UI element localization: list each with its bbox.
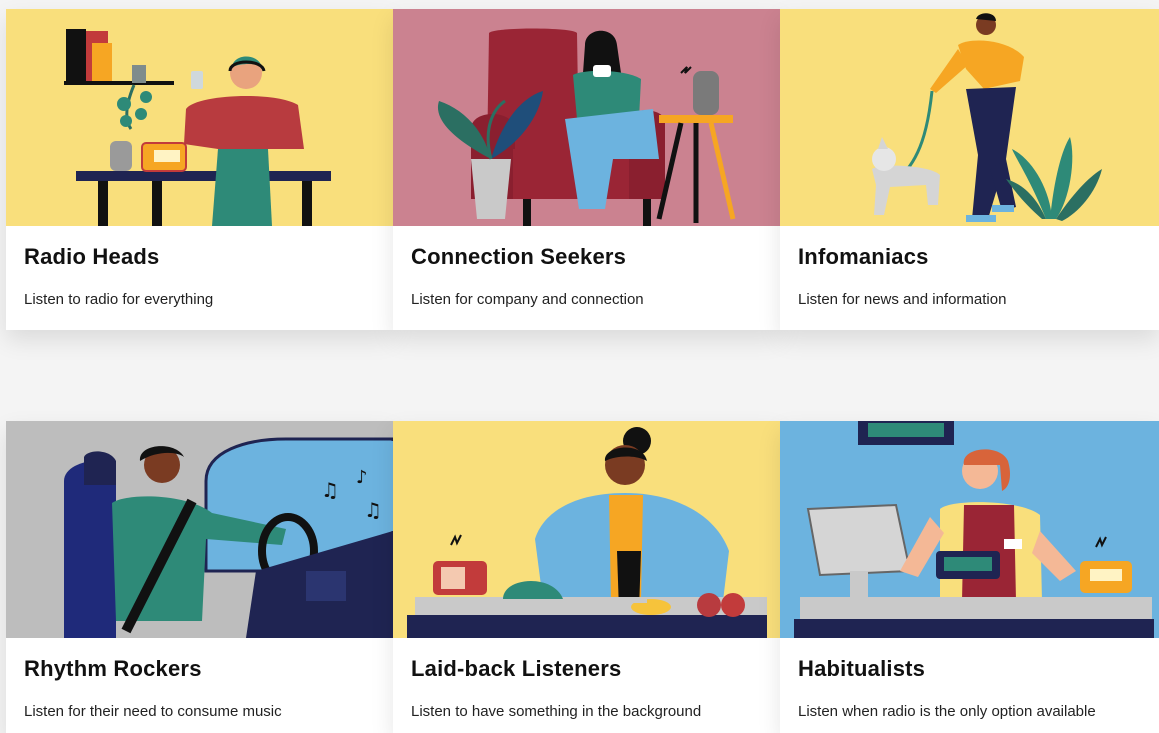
persona-card-infomaniacs[interactable]: Infomaniacs Listen for news and informat… [780,9,1159,330]
persona-card-radio-heads[interactable]: Radio Heads Listen to radio for everythi… [6,9,393,330]
persona-row-2: ♫ ♪ ♫ Rhythm Rockers Listen for their ne… [6,421,1159,733]
card-title: Laid-back Listeners [411,656,622,681]
card-description: Listen for company and connection [411,291,644,308]
svg-text:♫: ♫ [321,478,339,502]
card-title: Habitualists [798,656,926,681]
persona-card-connection-seekers[interactable]: Connection Seekers Listen for company an… [393,9,780,330]
person-driving-illustration: ♫ ♪ ♫ [6,421,393,638]
card-description: Listen for news and information [798,291,1007,308]
card-description: Listen for their need to consume music [24,703,282,720]
svg-text:♫: ♫ [364,498,382,522]
person-headphones-illustration [6,9,393,226]
card-title: Rhythm Rockers [24,656,202,681]
person-armchair-illustration [393,9,780,226]
card-description: Listen to have something in the backgrou… [411,703,702,720]
persona-card-laid-back-listeners[interactable]: Laid-back Listeners Listen to have somet… [393,421,780,733]
card-title: Connection Seekers [411,244,627,269]
card-title: Infomaniacs [798,244,929,269]
persona-card-rhythm-rockers[interactable]: ♫ ♪ ♫ Rhythm Rockers Listen for their ne… [6,421,393,733]
card-description: Listen when radio is the only option ava… [798,703,1096,720]
svg-text:♪: ♪ [356,467,368,488]
person-cashier-illustration [780,421,1159,638]
persona-card-habitualists[interactable]: Habitualists Listen when radio is the on… [780,421,1159,733]
persona-row-1: Radio Heads Listen to radio for everythi… [6,9,1159,330]
person-dog-walk-illustration [780,9,1159,226]
card-title: Radio Heads [24,244,160,269]
person-cooking-illustration [393,421,780,638]
card-description: Listen to radio for everything [24,291,214,308]
